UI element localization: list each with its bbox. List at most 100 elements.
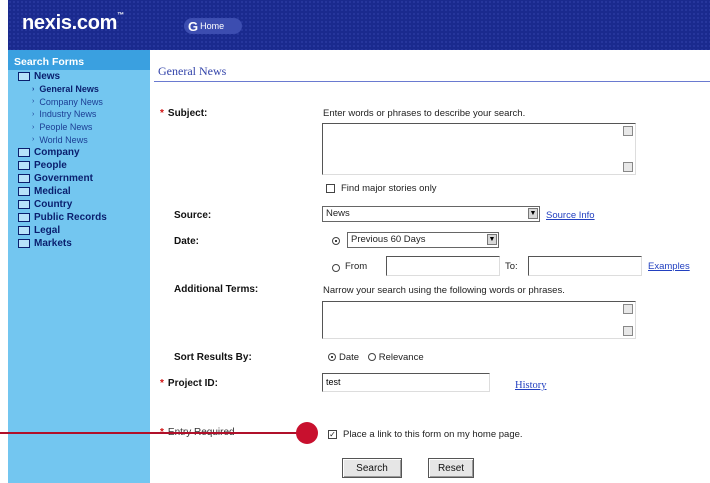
date-to-input[interactable] [528, 256, 642, 276]
project-id-label-text: Project ID: [167, 378, 218, 389]
additional-terms-hint: Narrow your search using the following w… [323, 285, 565, 296]
date-preset-value: Previous 60 Days [351, 234, 426, 245]
folder-icon [18, 160, 30, 170]
additional-terms-textarea[interactable] [322, 301, 636, 339]
sidebar-item-label: Public Records [34, 211, 107, 223]
sidebar-sub-world-news[interactable]: › World News [8, 133, 150, 146]
date-label: Date: [174, 236, 200, 247]
folder-icon [18, 238, 30, 248]
search-forms-sidebar: Search Forms News › General News › Company… [8, 50, 150, 483]
subject-textarea[interactable] [322, 123, 636, 175]
folder-icon [18, 147, 30, 157]
sidebar-item-public-records[interactable]: Public Records [8, 211, 150, 224]
arrow-icon: › [32, 85, 35, 93]
callout-marker [296, 422, 318, 444]
sidebar-sub-label: Industry News [39, 109, 97, 120]
sidebar-item-label: Medical [34, 185, 71, 197]
sidebar-sub-company-news[interactable]: › Company News [8, 96, 150, 109]
source-info-link[interactable]: Source Info [546, 210, 595, 221]
sidebar-sub-label: General News [39, 84, 99, 95]
sort-relevance-radio[interactable] [367, 353, 376, 362]
date-preset-select[interactable]: Previous 60 Days ▼ [347, 232, 499, 248]
sidebar-sub-people-news[interactable]: › People News [8, 121, 150, 134]
sort-date-radio[interactable] [328, 353, 336, 362]
chevron-down-icon: ▼ [528, 208, 538, 219]
folder-icon [18, 199, 30, 209]
logo-text: nexis.com [22, 12, 118, 34]
nexis-logo[interactable]: nexis.com™ [22, 12, 124, 35]
sidebar-item-label: People [34, 159, 67, 171]
source-select[interactable]: News ▼ [322, 206, 540, 222]
sort-relevance-label: Relevance [378, 352, 424, 363]
sidebar-item-label: Government [34, 172, 93, 184]
date-preset-radio[interactable] [332, 237, 340, 245]
sidebar-item-label: Legal [34, 224, 61, 236]
project-id-value: test [326, 377, 341, 387]
sidebar-item-label: News [34, 71, 61, 82]
sidebar-sub-label: World News [39, 134, 88, 145]
required-marker: * [160, 108, 164, 119]
arrow-icon: › [32, 110, 35, 118]
sort-results-label: Sort Results By: [174, 352, 252, 363]
history-link[interactable]: History [515, 380, 547, 391]
sort-date-label: Date [339, 352, 360, 363]
sidebar-sub-label: Company News [39, 96, 103, 107]
home-link-label: Place a link to this form on my home pag… [343, 429, 523, 440]
date-from-input[interactable] [386, 256, 500, 276]
scroll-up-icon[interactable] [623, 126, 633, 136]
folder-icon [18, 186, 30, 196]
additional-terms-label: Additional Terms: [174, 284, 259, 295]
sidebar-item-markets[interactable]: Markets [8, 237, 150, 250]
date-range-radio[interactable] [332, 264, 340, 272]
folder-icon [18, 173, 30, 183]
sidebar-item-label: Country [34, 198, 73, 210]
sidebar-item-news[interactable]: News [8, 70, 150, 83]
project-id-label: * Project ID: [160, 378, 218, 389]
source-select-value: News [326, 208, 350, 219]
home-icon: G [188, 18, 199, 34]
folder-icon [18, 72, 30, 81]
required-marker: * [160, 378, 164, 389]
folder-icon [18, 225, 30, 235]
sort-options: Date Relevance [328, 352, 424, 363]
major-stories-option[interactable]: Find major stories only [326, 183, 437, 194]
scroll-down-icon[interactable] [623, 162, 633, 172]
source-label: Source: [174, 210, 212, 221]
project-id-input[interactable]: test [322, 373, 490, 392]
sidebar-item-medical[interactable]: Medical [8, 185, 150, 198]
subject-hint: Enter words or phrases to describe your … [323, 108, 526, 119]
home-button-label: Home [200, 21, 225, 31]
sidebar-item-country[interactable]: Country [8, 198, 150, 211]
folder-icon [18, 212, 30, 222]
subject-label-text: Subject: [167, 108, 208, 119]
sidebar-item-government[interactable]: Government [8, 172, 150, 185]
sidebar-sub-general-news[interactable]: › General News [8, 83, 150, 96]
sidebar-item-label: Company [34, 146, 80, 158]
home-link-option[interactable]: ✓ Place a link to this form on my home pa… [328, 429, 523, 440]
home-link-checkbox[interactable]: ✓ [328, 429, 337, 439]
from-label: From [345, 261, 368, 272]
reset-button[interactable]: Reset [428, 458, 474, 478]
sidebar-item-company[interactable]: Company [8, 146, 150, 159]
to-label: To: [505, 261, 518, 272]
sidebar-item-legal[interactable]: Legal [8, 224, 150, 237]
arrow-icon: › [32, 123, 35, 131]
major-stories-checkbox[interactable] [326, 183, 335, 193]
scroll-up-icon[interactable] [623, 304, 633, 314]
sidebar-sub-industry-news[interactable]: › Industry News [8, 108, 150, 121]
chevron-down-icon: ▼ [487, 234, 497, 245]
title-divider [154, 81, 710, 82]
page-title: General News [158, 64, 227, 78]
examples-link[interactable]: Examples [648, 261, 690, 272]
sidebar-item-label: Markets [34, 237, 72, 249]
sidebar-item-people[interactable]: People [8, 159, 150, 172]
search-button[interactable]: Search [342, 458, 402, 478]
home-button[interactable]: G Home [184, 18, 242, 34]
arrow-icon: › [32, 98, 35, 106]
search-form-panel: General News * Subject: Enter words or ph… [150, 50, 710, 483]
arrow-icon: › [32, 136, 35, 144]
scroll-down-icon[interactable] [623, 326, 633, 336]
top-banner: nexis.com™ G Home [8, 0, 710, 50]
subject-label: * Subject: [160, 108, 207, 119]
callout-line [0, 432, 306, 434]
